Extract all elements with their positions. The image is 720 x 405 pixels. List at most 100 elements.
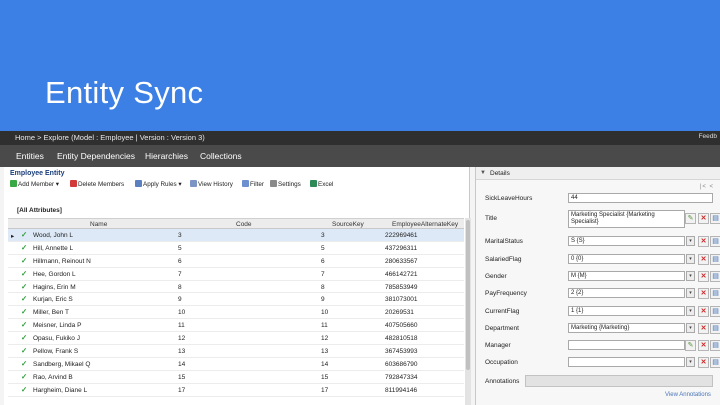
cell-sourcekey: 10	[321, 309, 329, 317]
nav-bar: Entities Entity Dependencies Hierarchies…	[0, 145, 720, 167]
attributes-selector[interactable]: [All Attributes]	[17, 207, 62, 214]
occupation-label: Occupation	[485, 359, 518, 366]
document-icon[interactable]: ▤	[710, 271, 720, 282]
details-pager[interactable]: |< <	[700, 184, 714, 190]
valid-check-icon: ✓	[21, 384, 28, 394]
clear-icon[interactable]: ✕	[698, 236, 709, 247]
clear-icon[interactable]: ✕	[698, 357, 709, 368]
document-icon[interactable]: ▤	[710, 323, 720, 334]
nav-entity-dependencies[interactable]: Entity Dependencies	[57, 151, 135, 161]
apply-rules-button[interactable]: Apply Rules ▾	[135, 180, 182, 188]
chevron-down-icon[interactable]: ▾	[686, 288, 695, 298]
gender-label: Gender	[485, 273, 507, 280]
clear-icon[interactable]: ✕	[698, 340, 709, 351]
nav-entities[interactable]: Entities	[16, 151, 44, 161]
table-row[interactable]: ✓ Opasu, Fukiko J 12 12 482810518	[8, 332, 464, 346]
filter-button[interactable]: Filter	[242, 180, 264, 188]
document-icon[interactable]: ▤	[710, 340, 720, 351]
column-header-alternatekey[interactable]: EmployeeAlternateKey	[392, 221, 458, 228]
edit-icon[interactable]: ✎	[685, 340, 696, 351]
delete-members-button[interactable]: Delete Members	[70, 180, 124, 188]
currentflag-field[interactable]: 1 {1}	[568, 306, 685, 316]
collapse-icon[interactable]: ▼	[480, 170, 486, 176]
valid-check-icon: ✓	[21, 320, 28, 330]
nav-hierarchies[interactable]: Hierarchies	[145, 151, 188, 161]
table-row[interactable]: ✓ Hee, Gordon L 7 7 466142721	[8, 268, 464, 281]
salariedflag-field[interactable]: 0 {0}	[568, 254, 685, 264]
table-row[interactable]: ✓ Miller, Ben T 10 10 20269531	[8, 306, 464, 320]
clear-icon[interactable]: ✕	[698, 306, 709, 317]
clear-icon[interactable]: ✕	[698, 288, 709, 299]
chevron-down-icon[interactable]: ▾	[686, 323, 695, 333]
clear-icon[interactable]: ✕	[698, 254, 709, 265]
department-field[interactable]: Marketing {Marketing}	[568, 323, 685, 333]
history-icon	[190, 180, 197, 187]
document-icon[interactable]: ▤	[710, 288, 720, 299]
table-row[interactable]: ✓ Sandberg, Mikael Q 14 14 603686790	[8, 358, 464, 371]
edit-icon[interactable]: ✎	[685, 213, 696, 224]
view-annotations-link[interactable]: View Annotations	[665, 392, 711, 398]
table-row[interactable]: ✓ Rao, Arvind B 15 15 792847334	[8, 371, 464, 384]
cell-code: 8	[178, 283, 182, 291]
manager-label: Manager	[485, 342, 511, 349]
cell-code: 3	[178, 232, 182, 239]
view-history-button[interactable]: View History	[190, 180, 233, 188]
clear-icon[interactable]: ✕	[698, 323, 709, 334]
cell-code: 6	[178, 257, 182, 265]
scrollbar-thumb[interactable]	[466, 220, 470, 370]
chevron-down-icon[interactable]: ▾	[686, 254, 695, 264]
chevron-down-icon[interactable]: ▾	[686, 236, 695, 246]
column-header-code[interactable]: Code	[236, 221, 252, 228]
cell-alternatekey: 482810518	[385, 335, 418, 343]
title-field[interactable]: Marketing Specialist {Marketing Speciali…	[568, 210, 685, 228]
table-row[interactable]: ✓ Hill, Annette L 5 5 437296311	[8, 242, 464, 255]
add-member-button[interactable]: Add Member ▾	[10, 180, 59, 188]
settings-button[interactable]: Settings	[270, 180, 301, 188]
occupation-field[interactable]	[568, 357, 685, 367]
cell-alternatekey: 20269531	[385, 309, 414, 317]
cell-alternatekey: 407505660	[385, 322, 418, 330]
column-header-sourcekey[interactable]: SourceKey	[332, 221, 364, 228]
column-header-name[interactable]: Name	[90, 221, 107, 228]
add-icon	[10, 180, 17, 187]
chevron-down-icon[interactable]: ▾	[686, 357, 695, 367]
table-row[interactable]: ✓ Hagins, Erin M 8 8 785853949	[8, 281, 464, 294]
annotations-label: Annotations	[485, 378, 520, 385]
chevron-down-icon[interactable]: ▾	[686, 306, 695, 316]
cell-sourcekey: 13	[321, 348, 329, 356]
table-row[interactable]: ✓ Kurjan, Eric S 9 9 381073001	[8, 293, 464, 307]
grid-scrollbar[interactable]	[465, 218, 471, 405]
valid-check-icon: ✓	[21, 281, 28, 291]
table-row[interactable]: ✓ Hillmann, Reinout N 6 6 280633567	[8, 255, 464, 268]
document-icon[interactable]: ▤	[710, 254, 720, 265]
delete-icon	[70, 180, 77, 187]
cell-code: 12	[178, 335, 186, 343]
table-row[interactable]: ✓ Pellow, Frank S 13 13 367453993	[8, 345, 464, 358]
sickleavehours-field[interactable]: 44	[568, 193, 713, 203]
gender-field[interactable]: M {M}	[568, 271, 685, 281]
members-grid: Name Code SourceKey EmployeeAlternateKey…	[8, 218, 464, 397]
chevron-down-icon[interactable]: ▾	[686, 271, 695, 281]
slide-title: Entity Sync	[45, 75, 204, 110]
annotations-input[interactable]	[525, 375, 713, 387]
payfrequency-field[interactable]: 2 {2}	[568, 288, 685, 298]
manager-field[interactable]	[568, 340, 685, 350]
clear-icon[interactable]: ✕	[698, 271, 709, 282]
table-row[interactable]: ▸ ✓ Wood, John L 3 3 222969461	[8, 229, 464, 242]
document-icon[interactable]: ▤	[710, 236, 720, 247]
document-icon[interactable]: ▤	[710, 213, 720, 224]
clear-icon[interactable]: ✕	[698, 213, 709, 224]
feedback-link[interactable]: Feedb	[699, 133, 717, 140]
valid-check-icon: ✓	[21, 346, 28, 356]
breadcrumb[interactable]: Home > Explore (Model : Employee | Versi…	[15, 133, 205, 142]
nav-collections[interactable]: Collections	[200, 151, 242, 161]
document-icon[interactable]: ▤	[710, 357, 720, 368]
table-row[interactable]: ✓ Hargheim, Diane L 17 17 811994146	[8, 384, 464, 397]
mds-app-window: Home > Explore (Model : Employee | Versi…	[0, 131, 720, 405]
entity-panel: Employee Entity Add Member ▾ Delete Memb…	[4, 167, 471, 405]
excel-button[interactable]: Excel	[310, 180, 333, 188]
maritalstatus-field[interactable]: S {S}	[568, 236, 685, 246]
gear-icon	[270, 180, 277, 187]
table-row[interactable]: ✓ Meisner, Linda P 11 11 407505660	[8, 319, 464, 333]
document-icon[interactable]: ▤	[710, 306, 720, 317]
